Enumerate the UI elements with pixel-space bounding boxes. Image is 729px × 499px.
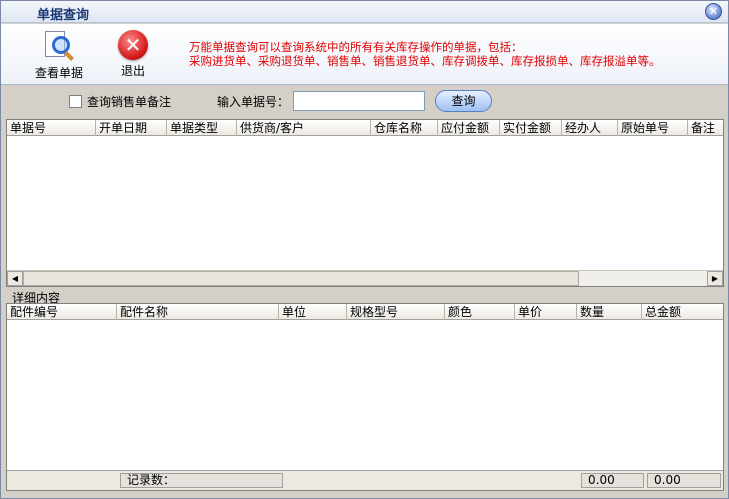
- bill-number-input[interactable]: [293, 91, 425, 111]
- record-count: 记录数：: [120, 473, 283, 488]
- detail-table[interactable]: 配件编号 配件名称 单位 规格型号 颜色 单价 数量 总金额 记录数： 0.00…: [6, 303, 724, 491]
- col-bill-type[interactable]: 单据类型: [167, 120, 237, 136]
- notice-line-2: 采购进货单、采购退货单、销售单、销售退货单、库存调拨单、库存报损单、库存报溢单等…: [189, 54, 661, 68]
- col-bill-no[interactable]: 单据号: [7, 120, 96, 136]
- col-payable[interactable]: 应付金额: [438, 120, 500, 136]
- col-total[interactable]: 总金额: [642, 304, 725, 320]
- exit-x-icon: ✕: [118, 30, 148, 60]
- col-supplier-customer[interactable]: 供货商/客户: [237, 120, 371, 136]
- detail-footer: 记录数： 0.00 0.00: [7, 470, 723, 490]
- window-title: 单据查询: [37, 8, 90, 23]
- col-paid[interactable]: 实付金额: [500, 120, 562, 136]
- col-part-no[interactable]: 配件编号: [7, 304, 117, 320]
- bill-number-label: 输入单据号：: [217, 95, 290, 109]
- quantity-sum: 0.00: [581, 473, 644, 488]
- col-unit[interactable]: 单位: [279, 304, 347, 320]
- col-warehouse[interactable]: 仓库名称: [371, 120, 438, 136]
- scroll-left-icon[interactable]: ◀: [7, 271, 23, 286]
- col-spec[interactable]: 规格型号: [347, 304, 445, 320]
- notice-line-1: 万能单据查询可以查询系统中的所有有关库存操作的单据，包括：: [189, 40, 523, 54]
- col-original-no[interactable]: 原始单号: [618, 120, 688, 136]
- query-button[interactable]: 查询: [435, 90, 492, 112]
- col-part-name[interactable]: 配件名称: [117, 304, 279, 320]
- view-bill-label: 查看单据: [34, 66, 83, 80]
- search-bar: 查询销售单备注 输入单据号： 查询: [1, 86, 728, 116]
- scroll-thumb[interactable]: [23, 271, 579, 286]
- sales-remark-label: 查询销售单备注: [87, 95, 172, 109]
- magnifier-document-icon: [43, 30, 75, 62]
- scroll-right-icon[interactable]: ▶: [707, 271, 723, 286]
- bill-list-header: 单据号 开单日期 单据类型 供货商/客户 仓库名称 应付金额 实付金额 经办人 …: [7, 120, 723, 136]
- col-color[interactable]: 颜色: [445, 304, 515, 320]
- col-quantity[interactable]: 数量: [577, 304, 642, 320]
- title-bar: 单据查询 ✕: [1, 1, 728, 23]
- view-bill-button[interactable]: 查看单据: [31, 30, 87, 81]
- notice-text: 万能单据查询可以查询系统中的所有有关库存操作的单据，包括： 采购进货单、采购退货…: [189, 40, 661, 68]
- exit-label: 退出: [120, 64, 145, 78]
- close-button[interactable]: ✕: [705, 3, 722, 20]
- sales-remark-checkbox[interactable]: [69, 95, 82, 108]
- col-remark[interactable]: 备注: [688, 120, 725, 136]
- toolbar: 查看单据 ✕ 退出 万能单据查询可以查询系统中的所有有关库存操作的单据，包括： …: [1, 24, 728, 85]
- col-date[interactable]: 开单日期: [96, 120, 167, 136]
- bill-query-window: 单据查询 ✕ 查看单据 ✕ 退出 万能单据查询可以查询系统中的所有有关库存操作的…: [0, 0, 729, 499]
- horizontal-scrollbar[interactable]: ◀ ▶: [7, 270, 723, 286]
- exit-button[interactable]: ✕ 退出: [111, 30, 155, 79]
- bill-list-table[interactable]: 单据号 开单日期 单据类型 供货商/客户 仓库名称 应付金额 实付金额 经办人 …: [6, 119, 724, 287]
- close-icon: ✕: [708, 5, 719, 18]
- col-handler[interactable]: 经办人: [562, 120, 618, 136]
- col-unit-price[interactable]: 单价: [515, 304, 577, 320]
- detail-header: 配件编号 配件名称 单位 规格型号 颜色 单价 数量 总金额: [7, 304, 723, 320]
- amount-sum: 0.00: [647, 473, 721, 488]
